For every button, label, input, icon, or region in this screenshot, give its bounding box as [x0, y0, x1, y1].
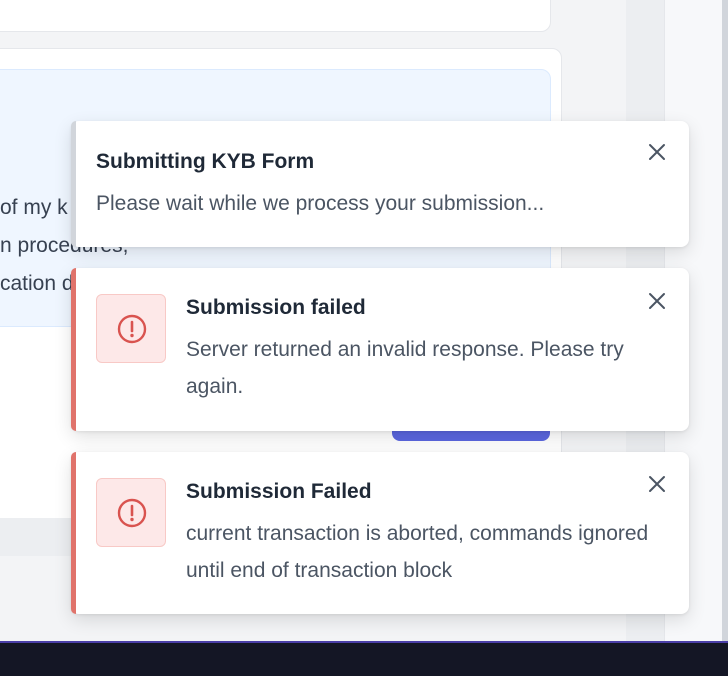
toast-message: current transaction is aborted, commands… [186, 522, 649, 582]
declaration-text-line: of my k [0, 196, 68, 219]
toast-title: Submitting KYB Form [96, 150, 315, 173]
toast-submitting: Submitting KYB Form Please wait while we… [71, 121, 689, 247]
toast-accent-bar [71, 452, 76, 614]
toast-accent-bar [71, 268, 76, 431]
taskbar [0, 641, 728, 676]
toast-title: Submission Failed [186, 480, 372, 503]
alert-circle-icon [96, 294, 166, 363]
close-icon[interactable] [645, 472, 669, 496]
alert-circle-icon [96, 478, 166, 547]
toast-message: Server returned an invalid response. Ple… [186, 338, 624, 398]
declaration-text-line: cation d [0, 272, 74, 295]
toast-message: Please wait while we process your submis… [96, 192, 545, 215]
toast-accent-bar [71, 121, 76, 247]
background-card [0, 0, 551, 32]
scrollbar[interactable] [722, 0, 728, 641]
close-icon[interactable] [645, 140, 669, 164]
close-icon[interactable] [645, 289, 669, 313]
toast-submission-failed: Submission failed Server returned an inv… [71, 268, 689, 431]
toast-transaction-failed: Submission Failed current transaction is… [71, 452, 689, 614]
toast-title: Submission failed [186, 296, 366, 319]
